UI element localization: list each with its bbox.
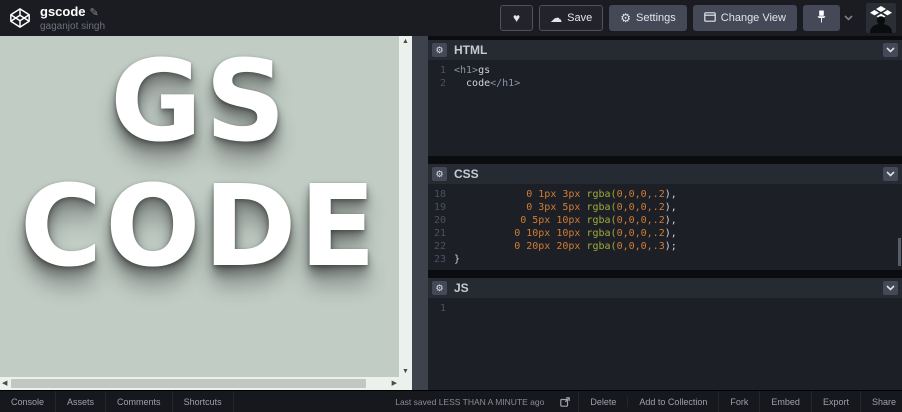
shortcuts-button[interactable]: Shortcuts bbox=[173, 391, 234, 412]
save-button[interactable]: ☁ Save bbox=[539, 5, 604, 31]
code-line[interactable]: 19 0 3px 5px rgba(0,0,0,.2), bbox=[428, 201, 902, 214]
settings-button-label: Settings bbox=[636, 12, 676, 24]
editor-column: ⚙ HTML 1 <h1>gs 2 code</h1> ⚙ CSS 18 0 1… bbox=[428, 36, 902, 390]
pen-title[interactable]: gscode bbox=[40, 4, 86, 19]
code-line[interactable]: 18 0 1px 3px rgba(0,0,0,.2), bbox=[428, 188, 902, 201]
html-collapse-chevron-icon[interactable] bbox=[883, 43, 898, 57]
code-line[interactable]: 22 0 20px 20px rgba(0,0,0,.3); bbox=[428, 240, 902, 253]
editor-main: GS CODE ▲ ▼ ◀ ▶ ⚙ HTML 1 <h1>gs 2 code</… bbox=[0, 36, 902, 390]
preview-content: GS CODE bbox=[0, 36, 399, 377]
js-panel-label: JS bbox=[454, 281, 469, 295]
edit-title-icon[interactable]: ✎ bbox=[90, 7, 99, 19]
assets-button[interactable]: Assets bbox=[56, 391, 107, 412]
html-panel: ⚙ HTML 1 <h1>gs 2 code</h1> bbox=[428, 40, 902, 156]
js-settings-gear-icon[interactable]: ⚙ bbox=[432, 281, 447, 295]
embed-button[interactable]: Embed bbox=[760, 397, 811, 407]
css-panel: ⚙ CSS 18 0 1px 3px rgba(0,0,0,.2), 19 0 3… bbox=[428, 164, 902, 270]
code-line[interactable]: 1 bbox=[428, 302, 902, 315]
css-editor-scroll-thumb[interactable] bbox=[898, 238, 901, 266]
editor-footer: Console Assets Comments Shortcuts Last s… bbox=[0, 390, 902, 412]
code-line[interactable]: 23} bbox=[428, 253, 902, 266]
window-icon bbox=[703, 12, 716, 24]
fork-button[interactable]: Fork bbox=[719, 397, 759, 407]
scroll-right-arrow-icon[interactable]: ▶ bbox=[390, 378, 399, 389]
change-view-button[interactable]: Change View bbox=[692, 5, 797, 31]
pin-button[interactable] bbox=[803, 5, 840, 31]
line-number: 22 bbox=[433, 241, 446, 252]
settings-button[interactable]: ⚙ Settings bbox=[609, 5, 687, 31]
scrollbar-corner bbox=[399, 377, 412, 390]
code-line[interactable]: 20 0 5px 10px rgba(0,0,0,.2), bbox=[428, 214, 902, 227]
pen-author: gaganjot singh bbox=[40, 20, 106, 32]
css-panel-header: ⚙ CSS bbox=[428, 164, 902, 184]
export-button[interactable]: Export bbox=[812, 397, 860, 407]
pin-dropdown-chevron[interactable] bbox=[840, 15, 856, 21]
like-button[interactable]: ♥ bbox=[500, 5, 534, 31]
change-view-button-label: Change View bbox=[720, 12, 786, 24]
js-collapse-chevron-icon[interactable] bbox=[883, 281, 898, 295]
scroll-left-arrow-icon[interactable]: ◀ bbox=[0, 378, 9, 389]
heart-icon: ♥ bbox=[513, 11, 521, 25]
resize-gutter[interactable] bbox=[412, 36, 428, 390]
cloud-icon: ☁ bbox=[550, 11, 563, 25]
scroll-up-arrow-icon[interactable]: ▲ bbox=[400, 36, 411, 47]
save-button-label: Save bbox=[567, 12, 593, 24]
scroll-down-arrow-icon[interactable]: ▼ bbox=[400, 366, 411, 377]
line-number: 1 bbox=[439, 65, 446, 76]
preview-vertical-scrollbar[interactable]: ▲ ▼ bbox=[399, 36, 412, 377]
avatar[interactable] bbox=[866, 3, 896, 33]
js-code-editor[interactable]: 1 bbox=[428, 298, 902, 390]
html-panel-header: ⚙ HTML bbox=[428, 40, 902, 60]
add-to-collection-button[interactable]: Add to Collection bbox=[628, 397, 718, 407]
css-panel-label: CSS bbox=[454, 167, 479, 181]
preview-pane: GS CODE ▲ ▼ ◀ ▶ bbox=[0, 36, 412, 390]
line-number: 19 bbox=[433, 202, 446, 213]
preview-heading: GS CODE bbox=[0, 36, 399, 291]
codepen-logo-icon[interactable] bbox=[8, 6, 32, 30]
last-saved-status: Last saved LESS THAN A MINUTE ago bbox=[395, 396, 545, 407]
line-number: 2 bbox=[439, 78, 446, 89]
share-button[interactable]: Share bbox=[861, 397, 902, 407]
line-number: 20 bbox=[433, 215, 446, 226]
line-number: 1 bbox=[439, 303, 446, 314]
preview-horizontal-scrollbar[interactable]: ◀ ▶ bbox=[0, 377, 399, 390]
open-external-icon[interactable] bbox=[552, 396, 578, 407]
js-panel: ⚙ JS 1 bbox=[428, 278, 902, 390]
line-number: 23 bbox=[433, 254, 446, 265]
html-code-editor[interactable]: 1 <h1>gs 2 code</h1> bbox=[428, 60, 902, 156]
line-number: 21 bbox=[433, 228, 446, 239]
html-settings-gear-icon[interactable]: ⚙ bbox=[432, 43, 447, 57]
code-line[interactable]: 1 <h1>gs bbox=[428, 64, 902, 77]
editor-header: gscode ✎ gaganjot singh ♥ ☁ Save ⚙ Settin… bbox=[0, 0, 902, 36]
gear-icon: ⚙ bbox=[620, 11, 632, 25]
console-button[interactable]: Console bbox=[0, 391, 57, 412]
html-panel-label: HTML bbox=[454, 43, 488, 57]
comments-button[interactable]: Comments bbox=[106, 391, 173, 412]
horizontal-scroll-thumb[interactable] bbox=[11, 379, 367, 388]
css-settings-gear-icon[interactable]: ⚙ bbox=[432, 167, 447, 181]
preview-heading-line1: GS bbox=[110, 37, 289, 167]
js-panel-header: ⚙ JS bbox=[428, 278, 902, 298]
code-line[interactable]: 2 code</h1> bbox=[428, 77, 902, 90]
css-code-editor[interactable]: 18 0 1px 3px rgba(0,0,0,.2), 19 0 3px 5px… bbox=[428, 184, 902, 270]
css-collapse-chevron-icon[interactable] bbox=[883, 167, 898, 181]
delete-button[interactable]: Delete bbox=[579, 396, 629, 407]
code-line[interactable]: 21 0 10px 10px rgba(0,0,0,.2), bbox=[428, 227, 902, 240]
pin-icon bbox=[816, 10, 827, 26]
preview-heading-line2: CODE bbox=[20, 162, 379, 293]
line-number: 18 bbox=[433, 189, 446, 200]
